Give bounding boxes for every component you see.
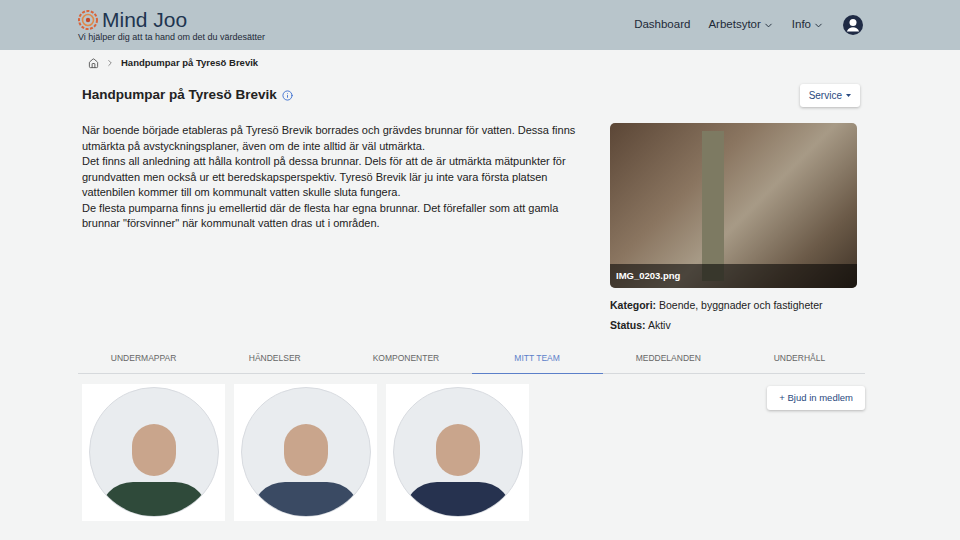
description-paragraph: De flesta pumparna finns ju emellertid d… bbox=[82, 201, 594, 232]
invite-member-button[interactable]: + Bjud in medlem bbox=[767, 386, 865, 410]
user-avatar-icon[interactable] bbox=[842, 14, 864, 36]
chevron-right-icon bbox=[105, 58, 115, 68]
brand[interactable]: Mind JooVi hjälper dig att ta hand om de… bbox=[78, 8, 265, 43]
nav-item[interactable]: Arbetsytor bbox=[708, 16, 773, 33]
tab[interactable]: MITT TEAM bbox=[472, 344, 603, 374]
side-panel: IMG_0203.png Kategori: Boende, byggnader … bbox=[610, 123, 857, 332]
member-photo bbox=[393, 387, 523, 517]
chevron-down-icon bbox=[763, 20, 774, 31]
member-card[interactable] bbox=[82, 384, 225, 521]
member-card[interactable] bbox=[386, 384, 529, 521]
member-photo bbox=[89, 387, 219, 517]
main-nav: Dashboard Arbetsytor Info bbox=[634, 14, 864, 36]
caret-down-icon bbox=[846, 94, 851, 97]
breadcrumb: Handpumpar på Tyresö Brevik bbox=[78, 50, 865, 76]
breadcrumb-current: Handpumpar på Tyresö Brevik bbox=[121, 56, 258, 70]
home-icon[interactable] bbox=[88, 58, 99, 69]
description-paragraph: När boende började etableras på Tyresö B… bbox=[82, 123, 594, 154]
tab[interactable]: UNDERMAPPAR bbox=[78, 344, 209, 373]
meta-row: Kategori: Boende, byggnader och fastighe… bbox=[610, 298, 857, 312]
info-icon[interactable] bbox=[282, 90, 293, 101]
pump-shape bbox=[702, 131, 724, 281]
member-card[interactable] bbox=[234, 384, 377, 521]
meta-row: Status: Aktiv bbox=[610, 318, 857, 332]
tab[interactable]: KOMPONENTER bbox=[340, 344, 471, 373]
logo-text: Mind Joo bbox=[102, 8, 187, 32]
detail-row: När boende började etableras på Tyresö B… bbox=[78, 123, 865, 332]
photo[interactable]: IMG_0203.png bbox=[610, 123, 857, 288]
tab[interactable]: MEDDELANDEN bbox=[603, 344, 734, 373]
description-paragraph: Det finns all anledning att hålla kontro… bbox=[82, 154, 594, 201]
member-photo bbox=[241, 387, 371, 517]
nav-item[interactable]: Dashboard bbox=[634, 16, 690, 33]
tab[interactable]: UNDERHÅLL bbox=[734, 344, 865, 373]
title-row: Handpumpar på Tyresö Brevik Service bbox=[78, 84, 865, 107]
tab[interactable]: HÄNDELSER bbox=[209, 344, 340, 373]
app: Mind JooVi hjälper dig att ta hand om de… bbox=[0, 0, 960, 540]
page-title: Handpumpar på Tyresö Brevik bbox=[82, 85, 277, 105]
description: När boende började etableras på Tyresö B… bbox=[82, 123, 594, 332]
logo-icon bbox=[78, 10, 98, 30]
chevron-down-icon bbox=[813, 20, 824, 31]
tab-bar: UNDERMAPPARHÄNDELSERKOMPONENTERMITT TEAM… bbox=[78, 344, 865, 374]
top-bar: Mind JooVi hjälper dig att ta hand om de… bbox=[0, 0, 960, 50]
service-button[interactable]: Service bbox=[800, 84, 860, 107]
photo-caption: IMG_0203.png bbox=[610, 264, 857, 288]
content: Handpumpar på Tyresö BrevikHandpumpar på… bbox=[0, 50, 865, 521]
team-section: + Bjud in medlem bbox=[78, 384, 865, 521]
tagline: Vi hjälper dig att ta hand om det du vär… bbox=[78, 32, 265, 43]
nav-item[interactable]: Info bbox=[792, 16, 824, 33]
